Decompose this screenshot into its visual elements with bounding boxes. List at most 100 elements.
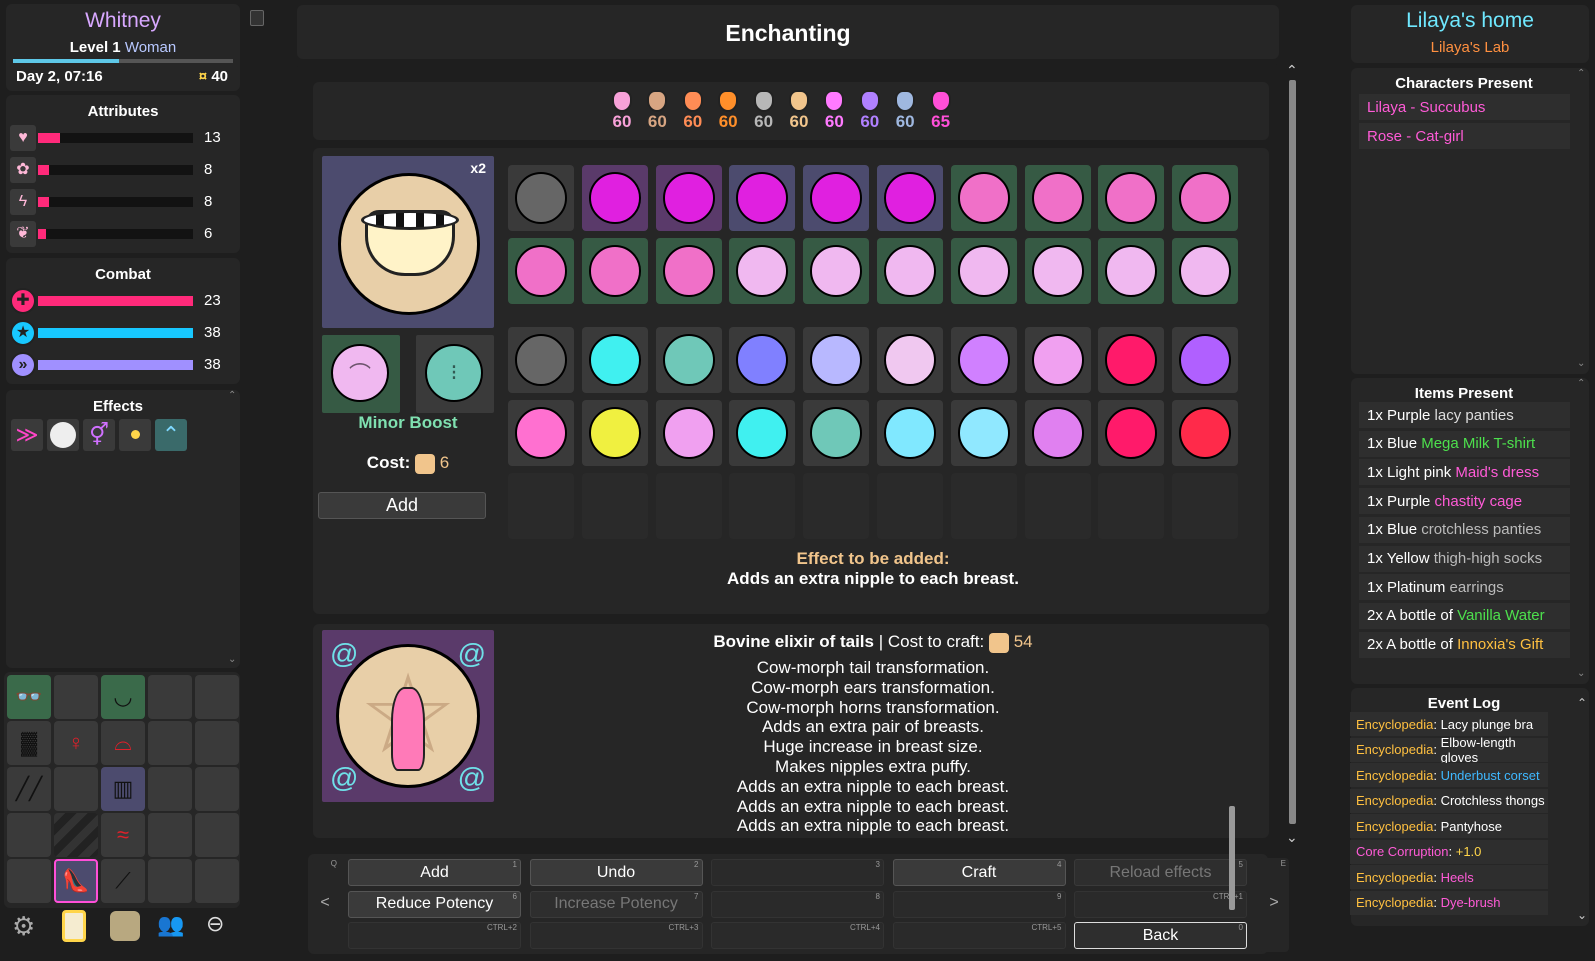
main-scroll-down-icon[interactable]: ⌄ xyxy=(1286,829,1298,846)
modifier-slot[interactable] xyxy=(950,238,1017,304)
modifier-slot[interactable] xyxy=(1172,327,1239,393)
effect-icon-hand[interactable] xyxy=(47,419,79,451)
modifier-slot[interactable] xyxy=(877,238,943,304)
stockings-icon[interactable]: ⟋ xyxy=(101,859,145,903)
modifier-slot[interactable] xyxy=(1098,327,1165,393)
modifier-slot[interactable] xyxy=(729,327,796,393)
modifier-slot[interactable] xyxy=(729,400,796,466)
empty-slot[interactable] xyxy=(148,675,192,719)
empty-slot[interactable] xyxy=(54,767,98,811)
phone-icon[interactable] xyxy=(62,910,86,942)
modifier-slot[interactable] xyxy=(508,400,574,466)
empty-slot[interactable] xyxy=(148,813,192,857)
necklace-icon[interactable]: ◡ xyxy=(101,675,145,719)
location-name[interactable]: Lilaya's home xyxy=(1351,9,1589,33)
next-page-button[interactable]: E > xyxy=(1259,858,1289,952)
empty-slot[interactable] xyxy=(148,721,192,765)
player-name[interactable]: Whitney xyxy=(6,9,240,33)
scroll-down-icon[interactable]: ⌄ xyxy=(1577,668,1585,679)
character-row[interactable]: Rose - Cat-girl xyxy=(1359,123,1570,149)
modifier-slot[interactable] xyxy=(1172,238,1239,304)
bra-icon[interactable]: ⌓ xyxy=(101,721,145,765)
item-row[interactable]: 1x Blue Mega Milk T-shirt xyxy=(1359,430,1570,457)
item-row[interactable]: 1x Blue crotchless panties xyxy=(1359,516,1570,543)
item-row[interactable]: 1x Purple chastity cage xyxy=(1359,488,1570,515)
modifier-slot[interactable] xyxy=(1024,327,1091,393)
empty-slot[interactable] xyxy=(195,675,239,719)
modifier-slot[interactable] xyxy=(508,327,574,393)
scroll-down-icon[interactable]: ⌄ xyxy=(1577,908,1587,922)
effect-icon-lust[interactable]: ≫ xyxy=(11,419,43,451)
empty-slot[interactable] xyxy=(148,767,192,811)
reload-effects-button[interactable]: Reload effects 5 xyxy=(1074,859,1247,886)
modifier-slot[interactable] xyxy=(508,165,574,231)
modifier-slot[interactable] xyxy=(1024,165,1091,231)
modifier-slot[interactable] xyxy=(1172,165,1239,231)
increase-potency-button[interactable]: Increase Potency 7 xyxy=(529,890,703,918)
dress-icon[interactable]: ♀ xyxy=(54,721,98,765)
scroll-up-icon[interactable]: ⌃ xyxy=(228,390,236,401)
ingredient-add-button[interactable]: Add xyxy=(318,492,486,519)
modifier-slot[interactable] xyxy=(1172,400,1239,466)
effect-icon-chevron[interactable]: ⌃ xyxy=(155,419,187,451)
undo-button[interactable]: Undo 2 xyxy=(529,859,703,886)
craft-button[interactable]: Craft 4 xyxy=(892,859,1066,886)
inventory-icon[interactable] xyxy=(110,911,140,941)
reduce-potency-button[interactable]: Reduce Potency 6 xyxy=(348,890,521,918)
corset-icon[interactable]: ▥ xyxy=(101,767,145,811)
settings-icon[interactable]: ⚙ xyxy=(12,911,35,942)
modifier-slot[interactable] xyxy=(950,400,1017,466)
empty-slot[interactable] xyxy=(195,813,239,857)
add-button[interactable]: Add 1 xyxy=(348,859,521,886)
result-item-slot[interactable]: @ @ @ @ ☆ xyxy=(322,630,494,802)
modifier-slot[interactable] xyxy=(581,400,648,466)
modifier-slot[interactable] xyxy=(803,400,870,466)
modifier-slot[interactable] xyxy=(1024,400,1091,466)
cloak-icon[interactable]: ▓ xyxy=(7,721,51,765)
ingredient-slot[interactable]: x2 xyxy=(322,156,494,328)
sunglasses-icon[interactable]: 👓 xyxy=(7,675,51,719)
empty-slot[interactable] xyxy=(54,675,98,719)
item-row[interactable]: 1x Light pink Maid's dress xyxy=(1359,459,1570,486)
empty-slot[interactable] xyxy=(195,767,239,811)
item-row[interactable]: 2x A bottle of Vanilla Water xyxy=(1359,602,1570,629)
scroll-up-icon[interactable]: ⌃ xyxy=(1577,378,1585,389)
primary-modifier-slot[interactable]: ⌒ xyxy=(322,335,400,413)
empty-slot[interactable] xyxy=(148,859,192,903)
modifier-slot[interactable] xyxy=(803,165,870,231)
belt-icon[interactable]: ≈ xyxy=(101,813,145,857)
character-row[interactable]: Lilaya - Succubus xyxy=(1359,94,1570,120)
modifier-slot[interactable] xyxy=(1098,165,1165,231)
modifier-slot[interactable] xyxy=(729,165,796,231)
effect-icon-dot[interactable] xyxy=(119,419,151,451)
modifier-slot[interactable] xyxy=(508,238,574,304)
empty-slot[interactable] xyxy=(7,813,51,857)
item-row[interactable]: 1x Platinum earrings xyxy=(1359,574,1570,601)
item-row[interactable]: 2x A bottle of Innoxia's Gift xyxy=(1359,631,1570,658)
main-scroll-up-icon[interactable]: ⌃ xyxy=(1286,62,1298,79)
modifier-slot[interactable] xyxy=(950,165,1017,231)
modifier-slot[interactable] xyxy=(655,400,722,466)
empty-slot[interactable] xyxy=(195,721,239,765)
modifier-slot[interactable] xyxy=(950,327,1017,393)
secondary-modifier-slot[interactable]: ⁝ xyxy=(416,335,494,413)
event-log-scrollbar[interactable] xyxy=(1229,806,1235,910)
modifier-slot[interactable] xyxy=(1098,238,1165,304)
empty-slot[interactable] xyxy=(195,859,239,903)
effect-icon-gender[interactable]: ⚥ xyxy=(83,419,115,451)
modifier-slot[interactable] xyxy=(1098,400,1165,466)
people-icon[interactable]: 👥 xyxy=(157,912,184,938)
scroll-up-icon[interactable]: ⌃ xyxy=(1577,696,1587,710)
scroll-down-icon[interactable]: ⌄ xyxy=(228,654,236,665)
empty-slot[interactable] xyxy=(7,859,51,903)
scroll-up-icon[interactable]: ⌃ xyxy=(1577,68,1585,79)
modifier-slot[interactable] xyxy=(655,327,722,393)
modifier-slot[interactable] xyxy=(581,327,648,393)
modifier-slot[interactable] xyxy=(655,238,722,304)
back-button[interactable]: Back 0 xyxy=(1074,922,1247,949)
modifier-slot[interactable] xyxy=(581,238,648,304)
gloves-icon[interactable]: ╱╱ xyxy=(7,767,51,811)
modifier-slot[interactable] xyxy=(803,327,870,393)
modifier-slot[interactable] xyxy=(877,400,943,466)
item-row[interactable]: 1x Yellow thigh-high socks xyxy=(1359,545,1570,572)
